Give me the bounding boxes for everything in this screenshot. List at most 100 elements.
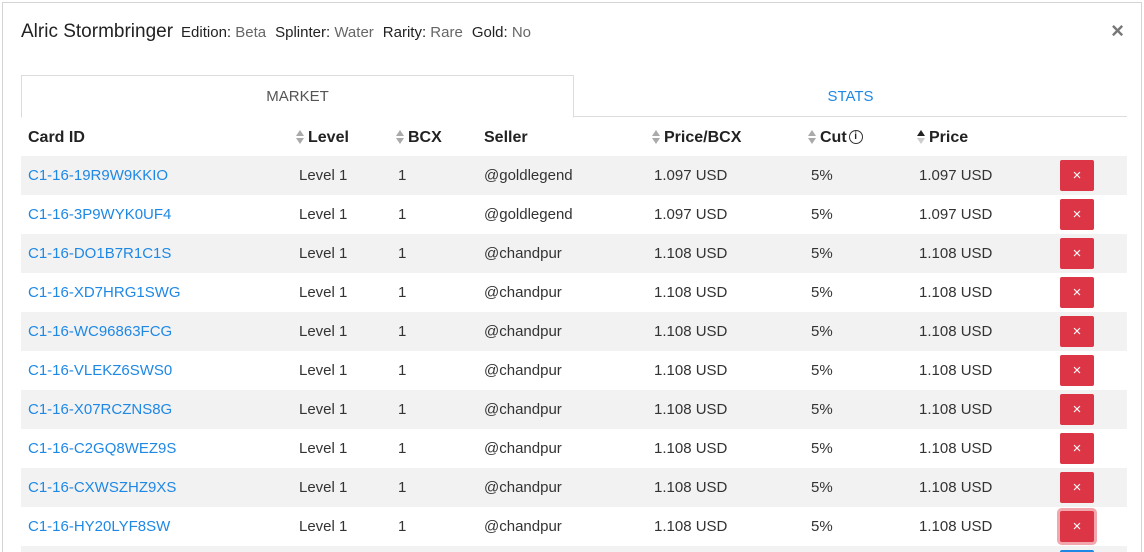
level-cell: Level 1 bbox=[299, 206, 348, 223]
cancel-listing-button[interactable]: × bbox=[1060, 355, 1094, 386]
market-table: Card ID Level BCX Seller Price/BCX Cut i … bbox=[21, 120, 1127, 552]
table-row: C1-16-19R9W9KKIO Level 1 1 @goldlegend 1… bbox=[21, 156, 1127, 195]
splinter-info: Splinter: Water bbox=[275, 24, 374, 41]
cut-cell: 5% bbox=[811, 284, 833, 301]
level-cell: Level 1 bbox=[299, 362, 348, 379]
table-header: Card ID Level BCX Seller Price/BCX Cut i … bbox=[21, 120, 1127, 156]
card-id-link[interactable]: C1-16-WC96863FCG bbox=[28, 312, 172, 351]
price-cell: 1.108 USD bbox=[919, 479, 993, 496]
edition-info: Edition: Beta bbox=[181, 24, 266, 41]
card-id-link[interactable]: C1-16-VLEKZ6SWS0 bbox=[28, 351, 172, 390]
level-cell: Level 1 bbox=[299, 245, 348, 262]
cancel-listing-button[interactable]: × bbox=[1060, 160, 1094, 191]
card-id-link[interactable]: C1-16-HY20LYF8SW bbox=[28, 507, 170, 546]
card-id-link[interactable]: C1-16-X07RCZNS8G bbox=[28, 390, 172, 429]
header-price-bcx[interactable]: Price/BCX bbox=[652, 120, 741, 156]
header-price-bcx-label: Price/BCX bbox=[664, 129, 742, 146]
cancel-listing-button[interactable]: × bbox=[1060, 472, 1094, 503]
price-bcx-cell: 1.097 USD bbox=[654, 206, 728, 223]
level-cell: Level 1 bbox=[299, 401, 348, 418]
price-cell: 1.108 USD bbox=[919, 323, 993, 340]
price-cell: 1.097 USD bbox=[919, 206, 993, 223]
header-bcx[interactable]: BCX bbox=[396, 120, 442, 156]
cut-cell: 5% bbox=[811, 518, 833, 535]
table-row: C1-16-DO1B7R1C1S Level 1 1 @chandpur 1.1… bbox=[21, 234, 1127, 273]
seller-cell: @chandpur bbox=[484, 518, 562, 535]
table-row: C1-16-C2GQ8WEZ9S Level 1 1 @chandpur 1.1… bbox=[21, 429, 1127, 468]
table-row: C1-16-VLEKZ6SWS0 Level 1 1 @chandpur 1.1… bbox=[21, 351, 1127, 390]
price-bcx-cell: 1.097 USD bbox=[654, 167, 728, 184]
price-bcx-cell: 1.108 USD bbox=[654, 323, 728, 340]
cancel-listing-button[interactable]: × bbox=[1060, 511, 1094, 542]
card-id-link[interactable]: C1-16-XD7HRG1SWG bbox=[28, 273, 181, 312]
card-id-link[interactable]: C1-16-DO1B7R1C1S bbox=[28, 234, 171, 273]
cut-cell: 5% bbox=[811, 362, 833, 379]
level-cell: Level 1 bbox=[299, 284, 348, 301]
level-cell: Level 1 bbox=[299, 479, 348, 496]
header-seller[interactable]: Seller bbox=[484, 120, 528, 156]
card-id-link[interactable]: C1-16-C2GQ8WEZ9S bbox=[28, 429, 176, 468]
bcx-cell: 1 bbox=[398, 362, 407, 379]
level-cell: Level 1 bbox=[299, 323, 348, 340]
close-icon[interactable]: × bbox=[1111, 20, 1124, 42]
price-bcx-cell: 1.108 USD bbox=[654, 362, 728, 379]
cut-cell: 5% bbox=[811, 167, 833, 184]
seller-cell: @chandpur bbox=[484, 284, 562, 301]
bcx-cell: 1 bbox=[398, 245, 407, 262]
seller-cell: @chandpur bbox=[484, 362, 562, 379]
price-cell: 1.108 USD bbox=[919, 284, 993, 301]
cancel-listing-button[interactable]: × bbox=[1060, 394, 1094, 425]
card-id-link[interactable]: C1-16-19R9W9KKIO bbox=[28, 156, 168, 195]
cut-cell: 5% bbox=[811, 440, 833, 457]
seller-cell: @chandpur bbox=[484, 323, 562, 340]
header-price-label: Price bbox=[929, 129, 969, 146]
header-card-id[interactable]: Card ID bbox=[28, 120, 85, 156]
header-cut-label: Cut bbox=[820, 129, 847, 146]
table-row: C1-16-HY20LYF8SW Level 1 1 @chandpur 1.1… bbox=[21, 507, 1127, 546]
modal-header: Alric Stormbringer Edition: Beta Splinte… bbox=[21, 21, 540, 47]
level-cell: Level 1 bbox=[299, 518, 348, 535]
header-price[interactable]: Price bbox=[917, 120, 968, 156]
level-cell: Level 1 bbox=[299, 440, 348, 457]
price-cell: 1.108 USD bbox=[919, 518, 993, 535]
price-bcx-cell: 1.108 USD bbox=[654, 245, 728, 262]
cancel-listing-button[interactable]: × bbox=[1060, 238, 1094, 269]
rarity-value: Rare bbox=[430, 24, 463, 41]
bcx-cell: 1 bbox=[398, 284, 407, 301]
splinter-label: Splinter: bbox=[275, 24, 331, 41]
cancel-listing-button[interactable]: × bbox=[1060, 199, 1094, 230]
bcx-cell: 1 bbox=[398, 323, 407, 340]
header-level[interactable]: Level bbox=[296, 120, 349, 156]
header-cut[interactable]: Cut i bbox=[808, 120, 863, 156]
price-cell: 1.108 USD bbox=[919, 440, 993, 457]
tab-stats[interactable]: STATS bbox=[574, 75, 1127, 117]
price-bcx-cell: 1.108 USD bbox=[654, 284, 728, 301]
price-cell: 1.108 USD bbox=[919, 245, 993, 262]
card-market-modal: Alric Stormbringer Edition: Beta Splinte… bbox=[2, 2, 1142, 552]
tab-market[interactable]: MARKET bbox=[21, 75, 574, 118]
cancel-listing-button[interactable]: × bbox=[1060, 433, 1094, 464]
info-icon[interactable]: i bbox=[848, 129, 863, 144]
header-seller-label: Seller bbox=[484, 129, 528, 146]
card-id-link[interactable]: C1-16-CXWSZHZ9XS bbox=[28, 468, 176, 507]
table-body: C1-16-19R9W9KKIO Level 1 1 @goldlegend 1… bbox=[21, 156, 1127, 552]
sort-icon bbox=[396, 129, 405, 144]
price-bcx-cell: 1.108 USD bbox=[654, 479, 728, 496]
tab-bar: MARKET STATS bbox=[21, 75, 1127, 118]
gold-value: No bbox=[511, 24, 532, 41]
sort-ascending-icon bbox=[917, 129, 926, 144]
seller-cell: @chandpur bbox=[484, 479, 562, 496]
splinter-value: Water bbox=[334, 24, 374, 41]
sort-icon bbox=[808, 129, 817, 144]
price-cell: 1.108 USD bbox=[919, 362, 993, 379]
table-row: C1-16-3P9WYK0UF4 Level 1 1 @goldlegend 1… bbox=[21, 195, 1127, 234]
cancel-listing-button[interactable]: × bbox=[1060, 277, 1094, 308]
bcx-cell: 1 bbox=[398, 167, 407, 184]
price-bcx-cell: 1.108 USD bbox=[654, 518, 728, 535]
header-level-label: Level bbox=[308, 129, 349, 146]
cancel-listing-button[interactable]: × bbox=[1060, 316, 1094, 347]
card-id-link[interactable]: C1-16-3P9WYK0UF4 bbox=[28, 195, 171, 234]
bcx-cell: 1 bbox=[398, 401, 407, 418]
seller-cell: @chandpur bbox=[484, 401, 562, 418]
sort-icon bbox=[296, 129, 305, 144]
